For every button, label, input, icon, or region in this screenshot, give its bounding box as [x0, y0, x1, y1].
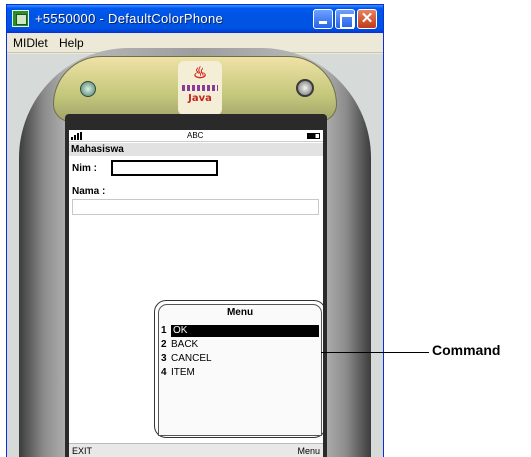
screen-title: Mahasiswa [69, 143, 323, 156]
title-bar[interactable]: +5550000 - DefaultColorPhone ✕ [7, 5, 383, 33]
menu-item-label: OK [171, 325, 319, 337]
menu-midlet[interactable]: MIDlet [13, 36, 48, 50]
java-cup-icon: ♨ [192, 65, 208, 82]
phone-top-panel: ♨ Java [53, 56, 337, 122]
softkey-exit[interactable]: EXIT [72, 444, 92, 457]
close-icon: ✕ [360, 10, 374, 27]
menu-item-ok[interactable]: 1 OK [161, 325, 319, 337]
phone-screen: ABC Mahasiswa Nim : Nama : Menu 1 OK 2 BAC… [69, 130, 323, 457]
java-logo-stripes [182, 85, 218, 91]
menu-help[interactable]: Help [59, 36, 84, 50]
minimize-button[interactable] [313, 9, 333, 29]
menu-item-cancel[interactable]: 3 CANCEL [161, 353, 212, 365]
callout-label: Command [432, 342, 501, 358]
status-bar: ABC [69, 130, 323, 142]
nama-label: Nama : [72, 186, 106, 197]
menu-item-item[interactable]: 4 ITEM [161, 367, 195, 379]
menu-item-label: CANCEL [171, 353, 212, 364]
earpiece-left-icon [80, 81, 96, 97]
earpiece-right-icon [296, 79, 314, 97]
battery-icon [307, 133, 320, 139]
softkey-menu[interactable]: Menu [297, 444, 320, 457]
signal-strength-icon [71, 132, 87, 140]
callout-leader-line [321, 352, 429, 353]
nim-label: Nim : [72, 163, 97, 174]
menu-item-label: ITEM [171, 367, 195, 378]
java-logo-text: Java [188, 93, 212, 104]
app-icon [12, 10, 29, 27]
close-button[interactable]: ✕ [357, 9, 377, 29]
menu-item-number: 2 [161, 339, 167, 350]
input-mode-indicator: ABC [187, 131, 204, 140]
nim-field[interactable] [111, 160, 218, 176]
maximize-button[interactable] [335, 9, 355, 29]
menu-item-number: 4 [161, 367, 167, 378]
menu-item-number: 3 [161, 353, 167, 364]
menu-item-back[interactable]: 2 BACK [161, 339, 198, 351]
menu-item-number: 1 [161, 325, 167, 336]
command-menu-title: Menu [226, 307, 254, 318]
nama-field[interactable] [72, 199, 319, 215]
window-title: +5550000 - DefaultColorPhone [35, 11, 224, 26]
emulator-window: +5550000 - DefaultColorPhone ✕ MIDlet He… [6, 4, 384, 457]
command-menu: Menu 1 OK 2 BACK 3 CANCEL 4 ITEM [158, 304, 322, 436]
java-logo: ♨ Java [178, 61, 222, 115]
menu-item-label: BACK [171, 339, 199, 350]
softkey-bar: EXIT Menu [69, 443, 323, 457]
